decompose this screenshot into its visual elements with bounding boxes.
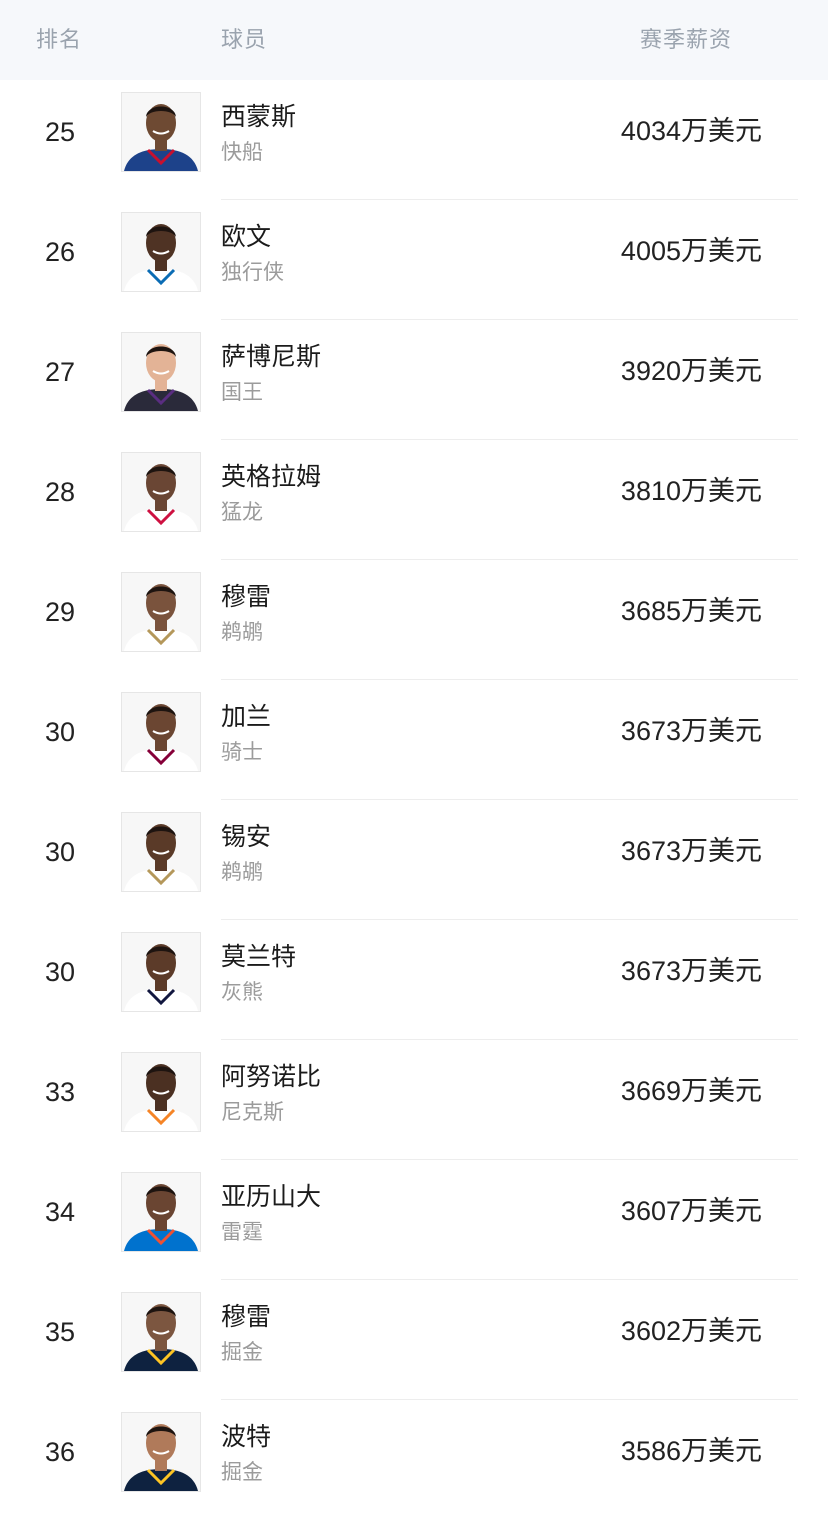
table-row[interactable]: 28 英格拉姆猛龙 3810万美元 [0, 440, 828, 560]
season-salary: 3607万美元 [620, 1196, 762, 1226]
player-avatar[interactable] [121, 92, 201, 172]
season-salary: 3810万美元 [620, 476, 762, 506]
player-avatar[interactable] [121, 332, 201, 412]
rank-number: 36 [44, 1437, 76, 1467]
player-avatar[interactable] [121, 692, 201, 772]
player-column-header: 球员 [221, 28, 268, 53]
season-salary: 4034万美元 [620, 116, 762, 146]
player-avatar[interactable] [121, 212, 201, 292]
player-name[interactable]: 莫兰特 [221, 940, 296, 974]
team-name: 独行侠 [221, 260, 284, 284]
rank-number: 35 [44, 1317, 76, 1347]
team-name: 雷霆 [221, 1220, 263, 1244]
rank-column-header: 排名 [36, 28, 83, 53]
table-row[interactable]: 34 亚历山大雷霆 3607万美元 [0, 1160, 828, 1280]
player-avatar[interactable] [121, 1412, 201, 1492]
team-name: 尼克斯 [221, 1100, 284, 1124]
player-name[interactable]: 英格拉姆 [221, 460, 321, 494]
team-name: 鹈鹕 [221, 860, 263, 884]
season-salary: 3673万美元 [620, 716, 762, 746]
player-name[interactable]: 锡安 [221, 820, 271, 854]
table-row[interactable]: 30 莫兰特灰熊 3673万美元 [0, 920, 828, 1040]
table-row[interactable]: 26 欧文独行侠 4005万美元 [0, 200, 828, 320]
season-salary: 4005万美元 [620, 236, 762, 266]
season-salary: 3685万美元 [620, 596, 762, 626]
table-row[interactable]: 36 波特掘金 3586万美元 [0, 1400, 828, 1520]
player-name[interactable]: 阿努诺比 [221, 1060, 321, 1094]
player-name[interactable]: 加兰 [221, 700, 271, 734]
player-avatar[interactable] [121, 932, 201, 1012]
player-name[interactable]: 萨博尼斯 [221, 340, 321, 374]
team-name: 掘金 [221, 1340, 263, 1364]
player-name[interactable]: 西蒙斯 [221, 100, 296, 134]
player-name[interactable]: 穆雷 [221, 580, 271, 614]
team-name: 快船 [221, 140, 263, 164]
season-salary: 3673万美元 [620, 836, 762, 866]
player-avatar[interactable] [121, 1172, 201, 1252]
rank-number: 25 [44, 117, 76, 147]
player-avatar[interactable] [121, 1292, 201, 1372]
rank-number: 34 [44, 1197, 76, 1227]
table-header: 排名 球员 赛季薪资 [0, 0, 828, 80]
season-salary: 3602万美元 [620, 1316, 762, 1346]
table-row[interactable]: 35 穆雷掘金 3602万美元 [0, 1280, 828, 1400]
team-name: 灰熊 [221, 980, 263, 1004]
season-salary: 3673万美元 [620, 956, 762, 986]
rank-number: 30 [44, 957, 76, 987]
team-name: 骑士 [221, 740, 263, 764]
table-row[interactable]: 30 加兰骑士 3673万美元 [0, 680, 828, 800]
player-avatar[interactable] [121, 452, 201, 532]
team-name: 掘金 [221, 1460, 263, 1484]
player-avatar[interactable] [121, 812, 201, 892]
salary-ranking-list: 25 西蒙斯快船 4034万美元 26 欧文独行侠 4005万美元 27 萨博尼斯国王 3920… [0, 80, 828, 1520]
rank-number: 29 [44, 597, 76, 627]
season-salary: 3586万美元 [620, 1436, 762, 1466]
player-avatar[interactable] [121, 572, 201, 652]
table-row[interactable]: 30 锡安鹈鹕 3673万美元 [0, 800, 828, 920]
team-name: 鹈鹕 [221, 620, 263, 644]
team-name: 国王 [221, 380, 263, 404]
player-name[interactable]: 亚历山大 [221, 1180, 321, 1214]
rank-number: 30 [44, 717, 76, 747]
table-row[interactable]: 25 西蒙斯快船 4034万美元 [0, 80, 828, 200]
table-row[interactable]: 33 阿努诺比尼克斯 3669万美元 [0, 1040, 828, 1160]
table-row[interactable]: 29 穆雷鹈鹕 3685万美元 [0, 560, 828, 680]
salary-column-header: 赛季薪资 [639, 28, 732, 53]
player-avatar[interactable] [121, 1052, 201, 1132]
season-salary: 3669万美元 [620, 1076, 762, 1106]
rank-number: 30 [44, 837, 76, 867]
player-name[interactable]: 波特 [221, 1420, 271, 1454]
rank-number: 28 [44, 477, 76, 507]
player-name[interactable]: 欧文 [221, 220, 271, 254]
rank-number: 26 [44, 237, 76, 267]
rank-number: 33 [44, 1077, 76, 1107]
season-salary: 3920万美元 [620, 356, 762, 386]
rank-number: 27 [44, 357, 76, 387]
table-row[interactable]: 27 萨博尼斯国王 3920万美元 [0, 320, 828, 440]
player-name[interactable]: 穆雷 [221, 1300, 271, 1334]
team-name: 猛龙 [221, 500, 263, 524]
